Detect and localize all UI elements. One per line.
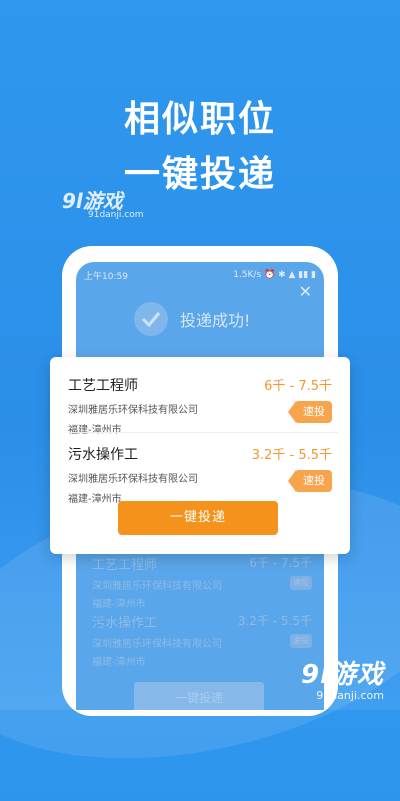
quick-apply-button[interactable]: 速投 [288,470,332,492]
divider [68,432,338,433]
bg-apply-all-button: 一键投递 [134,682,264,710]
watermark-top: 9l游戏 91danji.com [62,185,143,220]
bg-job-company: 深圳雅居乐环保科技有限公司 [92,639,222,650]
bg-job-salary: 6千 - 7.5千 [249,556,312,570]
status-indicators: 1.5K/s ⏰ ✱ ▲ ▮▮ ▮ [233,270,316,280]
similar-jobs-card: 工艺工程师 6千 - 7.5千 深圳雅居乐环保科技有限公司 福建-漳州市 速投 … [50,357,350,554]
bg-job-2: 污水操作工 3.2千 - 5.5千 深圳雅居乐环保科技有限公司 福建-漳州市 速… [92,612,312,668]
close-icon[interactable]: ✕ [299,282,312,301]
watermark-url: 91danji.com [316,689,384,702]
quick-apply-button[interactable]: 速投 [288,401,332,423]
watermark-bottom: 9l游戏 91danji.com [301,654,384,702]
headline-line-2: 一键投递 [123,154,276,195]
job-location: 福建-漳州市 [68,425,122,436]
job-item[interactable]: 工艺工程师 6千 - 7.5千 深圳雅居乐环保科技有限公司 福建-漳州市 速投 [68,375,338,436]
job-salary: 6千 - 7.5千 [264,379,332,394]
success-header: 投递成功! [134,302,250,336]
bg-job-apply: 速投 [290,634,312,648]
success-text: 投递成功! [180,311,251,330]
status-time: 上午10:59 [84,271,128,282]
job-item[interactable]: 污水操作工 3.2千 - 5.5千 深圳雅居乐环保科技有限公司 福建-漳州市 速… [68,444,338,505]
status-bar: 上午10:59 1.5K/s ⏰ ✱ ▲ ▮▮ ▮ [76,262,324,284]
check-circle-icon [134,302,168,336]
bg-job-apply: 速投 [290,576,312,590]
headline-line-1: 相似职位 [123,99,276,140]
watermark-logo: 9l游戏 [300,660,384,690]
bg-job-location: 福建-漳州市 [92,657,146,668]
bg-job-company: 深圳雅居乐环保科技有限公司 [92,581,222,592]
bg-job-location: 福建-漳州市 [92,599,146,610]
job-salary: 3.2千 - 5.5千 [251,448,332,463]
watermark-url: 91danji.com [88,210,144,220]
bg-job-salary: 3.2千 - 5.5千 [237,614,312,628]
bg-job-1: 工艺工程师 6千 - 7.5千 深圳雅居乐环保科技有限公司 福建-漳州市 速投 [92,554,312,610]
apply-all-button[interactable]: 一键投递 [118,501,278,535]
